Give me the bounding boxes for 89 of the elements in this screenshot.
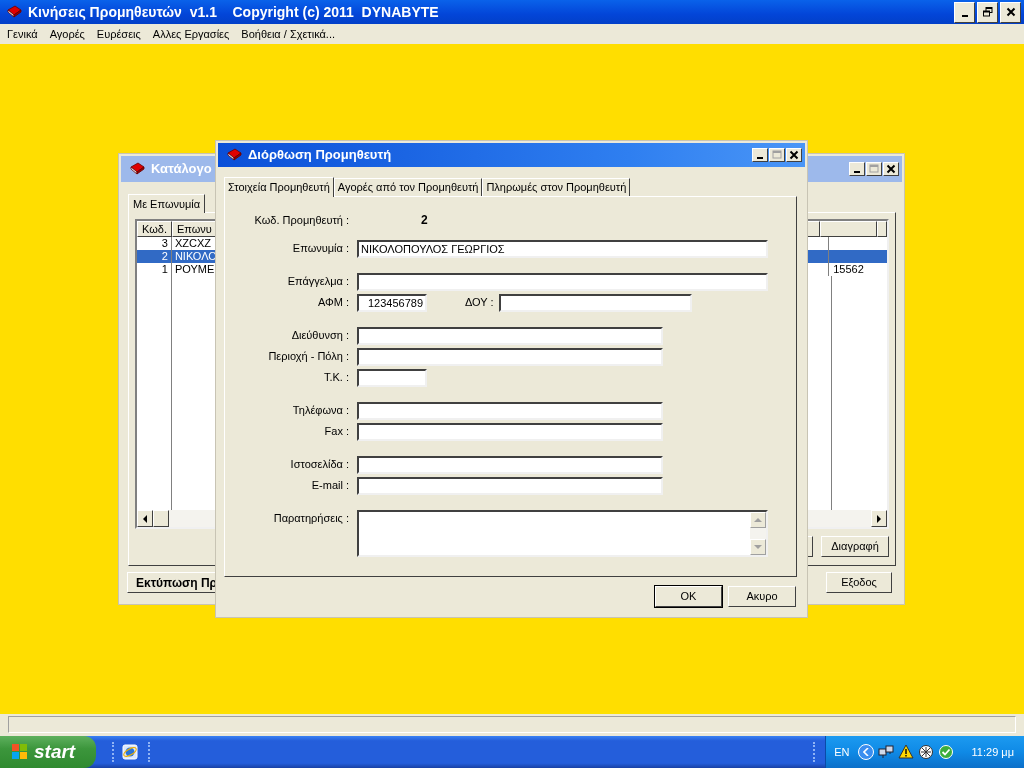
book-icon: [129, 162, 145, 176]
input-field[interactable]: [357, 402, 663, 420]
start-button[interactable]: start: [0, 736, 96, 768]
browser-icon: [121, 743, 139, 761]
table-cell-text: 15562: [832, 263, 865, 276]
field-label: Επάγγελμα :: [286, 274, 349, 289]
scroll-right-button[interactable]: [871, 510, 887, 527]
supplier-code: 2: [421, 212, 428, 229]
window-title: Κατάλογο: [151, 160, 212, 179]
menu-item[interactable]: Βοήθεια / Σχετικά...: [235, 25, 342, 43]
field-label: ΔΟΥ :: [465, 295, 494, 310]
windows-flag-icon: [10, 742, 30, 762]
minimize-button[interactable]: [849, 162, 865, 176]
field-label: Διεύθυνση :: [290, 328, 349, 343]
close-icon: [886, 164, 896, 174]
down-arrow-icon: [754, 545, 762, 549]
dialog-title: Διόρθωση Προμηθευτή: [248, 146, 392, 165]
delete-button[interactable]: Διαγραφή: [821, 536, 889, 557]
network-icon: [877, 744, 894, 760]
book-icon: [226, 148, 242, 162]
close-icon: [1005, 7, 1016, 17]
clock[interactable]: 11:29 μμ: [971, 743, 1014, 761]
input-field[interactable]: [357, 423, 663, 441]
warning-icon: [897, 744, 914, 760]
scroll-up-button[interactable]: [750, 512, 766, 528]
tab[interactable]: Στοιχεία Προμηθευτή: [224, 177, 334, 197]
minimize-icon: [757, 157, 763, 159]
field-label: Τηλέφωνα :: [291, 403, 349, 418]
field-label: Κωδ. Προμηθευτή :: [253, 212, 349, 228]
maximize-button[interactable]: [769, 148, 785, 162]
input-field[interactable]: [357, 273, 768, 291]
cancel-button[interactable]: Ακυρο: [728, 586, 796, 607]
maximize-button[interactable]: [866, 162, 882, 176]
field-label: Παρατηρήσεις :: [272, 511, 349, 526]
input-field[interactable]: [357, 327, 663, 345]
maximize-icon: [869, 164, 879, 174]
field-label: Ιστοσελίδα :: [289, 457, 349, 472]
input-field[interactable]: ΝΙΚΟΛΟΠΟΥΛΟΣ ΓΕΩΡΓΙΟΣ: [357, 240, 768, 258]
field-label: Fax :: [323, 424, 349, 439]
text-area[interactable]: [357, 510, 768, 557]
menu-item[interactable]: Ευρέσεις: [90, 25, 147, 43]
field-label: ΑΦΜ :: [316, 295, 349, 310]
minimize-icon: [961, 15, 968, 17]
input-field[interactable]: [357, 477, 663, 495]
minimize-button[interactable]: [954, 1, 975, 23]
input-field[interactable]: [498, 294, 692, 312]
grid-icon: [917, 744, 934, 760]
scroll-down-button[interactable]: [750, 539, 766, 555]
minimize-icon: [854, 171, 860, 173]
left-arrow-icon: [143, 514, 147, 523]
tab[interactable]: Αγορές από τον Προμηθευτή: [333, 178, 483, 196]
exit-button[interactable]: Εξοδος: [826, 572, 892, 593]
minimize-button[interactable]: [752, 148, 768, 162]
close-icon: [789, 150, 799, 160]
input-field[interactable]: [357, 456, 663, 474]
tab[interactable]: Με Επωνυμία: [128, 194, 206, 213]
field-label: Περιοχή - Πόλη :: [267, 349, 349, 364]
input-field[interactable]: [357, 348, 663, 366]
restore-icon: [982, 7, 993, 17]
book-icon: [6, 5, 22, 19]
shield-check-icon: [937, 744, 954, 760]
chevron-icon: [862, 748, 869, 756]
scroll-thumb[interactable]: [153, 510, 169, 527]
app-title: Κινήσεις Προμηθευτών v1.1 Copyright (c) 2011 DYNABYTE: [28, 2, 439, 22]
right-arrow-icon: [877, 514, 881, 523]
tab[interactable]: Πληρωμές στον Προμηθευτή: [482, 178, 631, 196]
column-header[interactable]: Κωδ.: [137, 221, 172, 237]
menu-item[interactable]: Αγορές: [43, 25, 91, 43]
scroll-left-button[interactable]: [137, 510, 153, 527]
restore-button[interactable]: [977, 1, 998, 23]
input-field[interactable]: 123456789: [357, 294, 427, 312]
ok-button[interactable]: OK: [655, 586, 722, 607]
column-header[interactable]: [877, 221, 887, 237]
taskbar-icon[interactable]: [120, 742, 140, 762]
field-label: E-mail :: [310, 478, 349, 493]
column-header[interactable]: [819, 221, 877, 237]
close-button[interactable]: [1000, 1, 1021, 23]
close-button[interactable]: [883, 162, 899, 176]
maximize-icon: [772, 150, 782, 160]
vertical-scrollbar[interactable]: [750, 512, 766, 555]
input-field[interactable]: [357, 369, 427, 387]
menu-item[interactable]: Γενικά: [1, 25, 44, 43]
language-indicator[interactable]: EN: [834, 743, 850, 761]
show-hidden-icons-button[interactable]: [857, 744, 874, 760]
up-arrow-icon: [754, 518, 762, 522]
close-button[interactable]: [786, 148, 802, 162]
menu-item[interactable]: Αλλες Εργασίες: [146, 25, 236, 43]
field-label: Τ.Κ. :: [322, 370, 349, 385]
table-cell: 1: [137, 263, 172, 276]
